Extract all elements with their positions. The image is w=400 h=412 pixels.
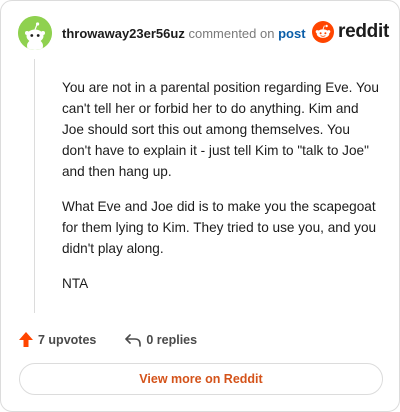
reddit-logo[interactable]: reddit bbox=[312, 21, 389, 43]
reply-count: 0 replies bbox=[146, 332, 198, 347]
reply-button[interactable]: 0 replies bbox=[124, 332, 197, 348]
comment-card: throwaway23er56uz commented on post redd… bbox=[0, 0, 400, 412]
upvote-count: 7 upvotes bbox=[38, 332, 97, 347]
comment-actions: 7 upvotes 0 replies bbox=[18, 331, 197, 348]
reply-arrow-icon bbox=[125, 333, 142, 347]
comment-paragraph: What Eve and Joe did is to make you the … bbox=[62, 199, 377, 256]
upvote-button[interactable]: 7 upvotes bbox=[18, 331, 96, 348]
upvote-arrow-icon bbox=[19, 332, 33, 347]
avatar[interactable] bbox=[18, 16, 52, 50]
comment-body: You are not in a parental position regar… bbox=[62, 77, 382, 308]
view-more-button[interactable]: View more on Reddit bbox=[19, 363, 383, 395]
snoo-avatar-icon bbox=[18, 16, 52, 50]
reddit-logo-icon bbox=[312, 21, 334, 43]
username-link[interactable]: throwaway23er56uz bbox=[62, 26, 185, 41]
comment-paragraph: You are not in a parental position regar… bbox=[62, 80, 379, 179]
commented-on-text: commented on bbox=[188, 26, 275, 41]
reddit-wordmark: reddit bbox=[338, 21, 389, 42]
thread-line bbox=[34, 59, 35, 313]
comment-paragraph: NTA bbox=[62, 276, 89, 291]
post-link[interactable]: post bbox=[278, 26, 305, 41]
comment-header: throwaway23er56uz commented on post bbox=[62, 26, 306, 41]
